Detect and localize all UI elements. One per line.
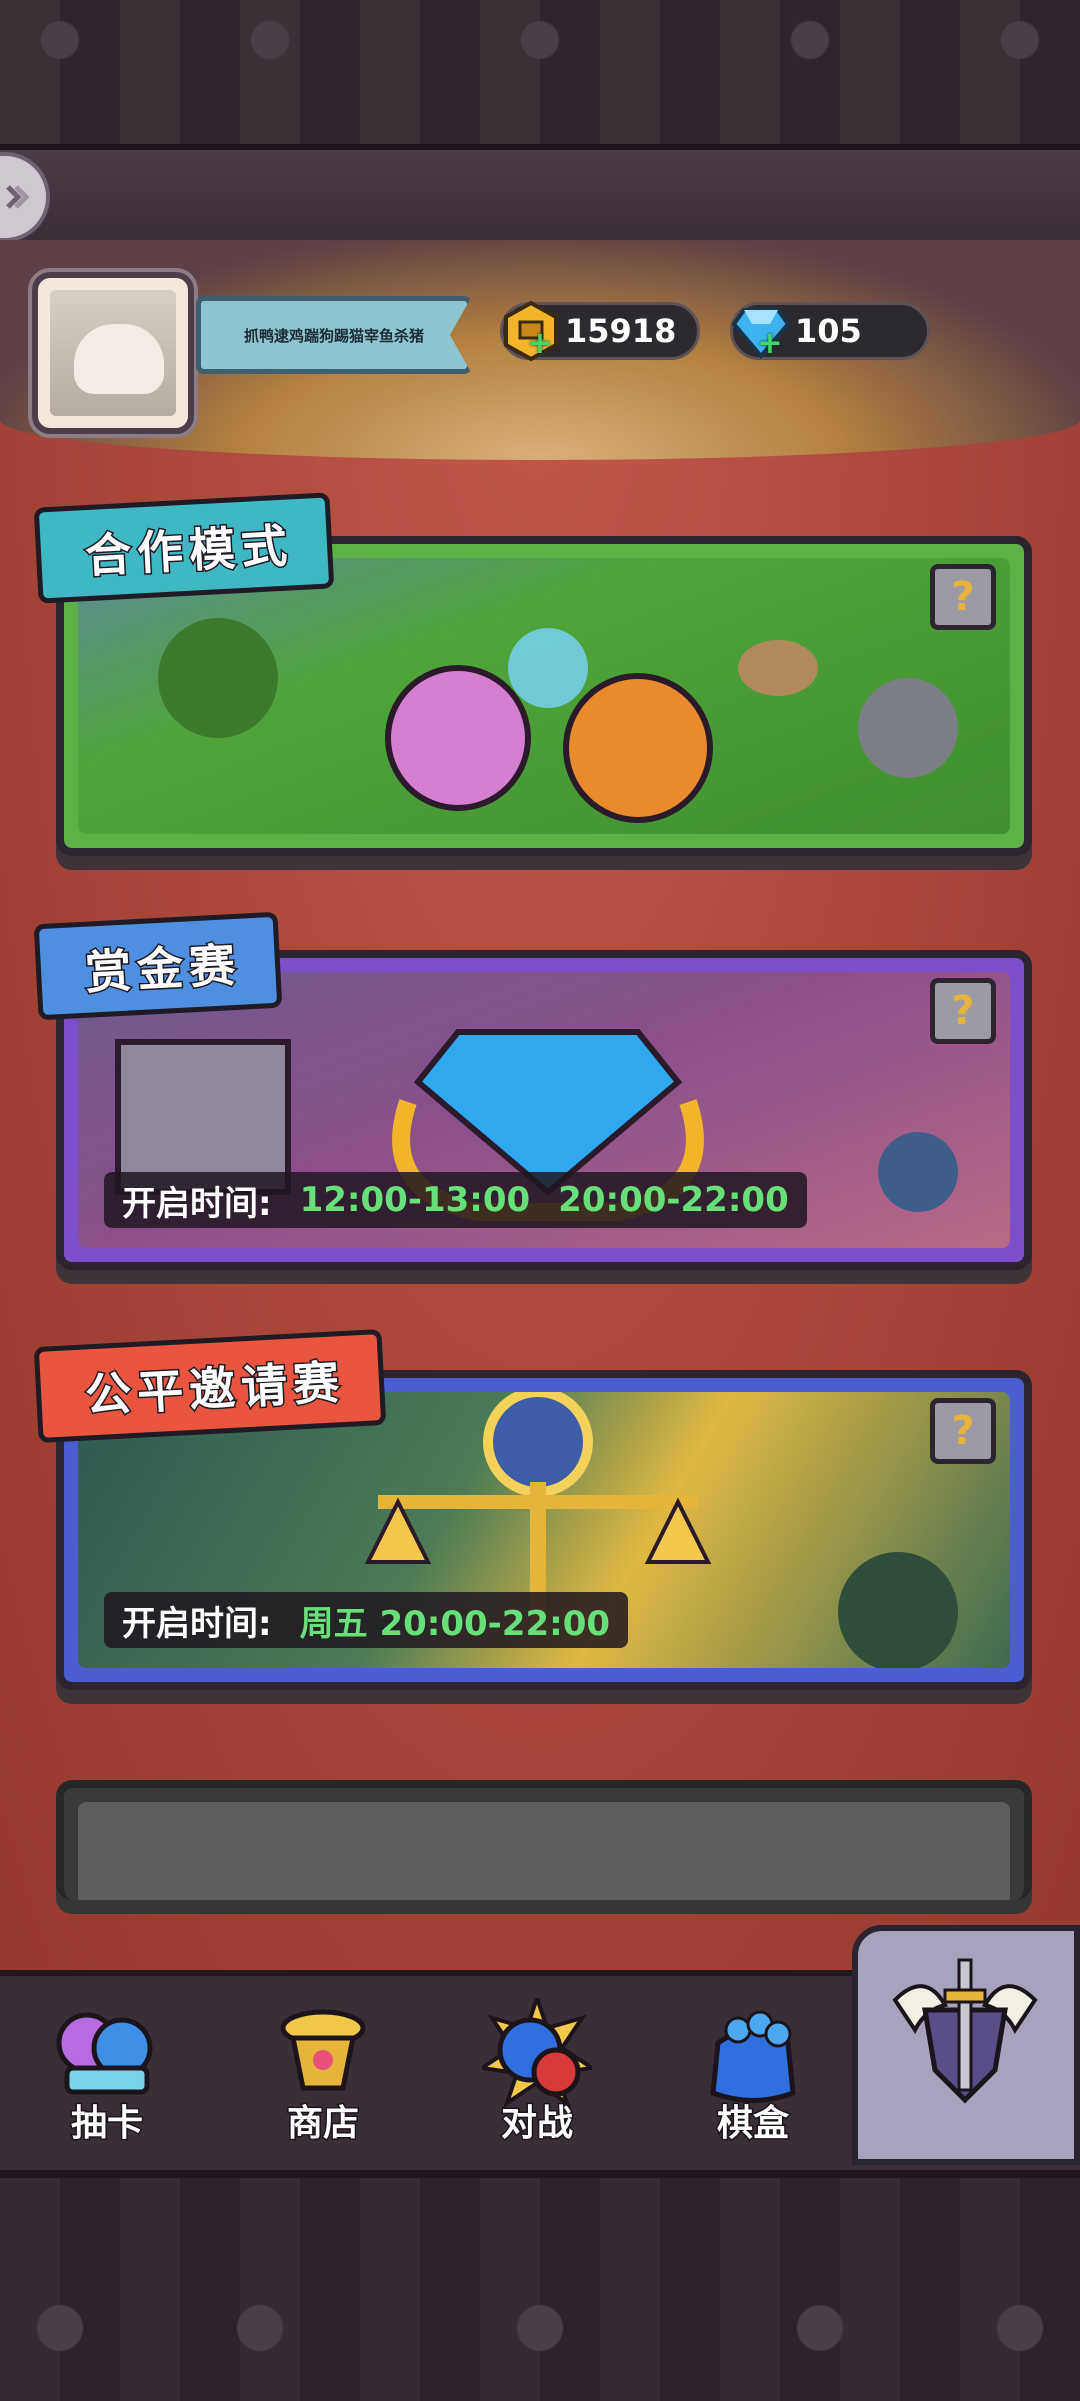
cat-avatar-icon <box>50 290 176 416</box>
top-ornament-frame <box>0 0 1080 150</box>
nav-item-battle-modes[interactable] <box>880 1940 1050 2110</box>
open-time-slot: 周五 20:00-22:00 <box>299 1603 611 1644</box>
coop-mode-art <box>78 558 1010 834</box>
add-gems-icon[interactable]: + <box>757 329 783 359</box>
nav-label: 对战 <box>499 2102 574 2146</box>
nav-item-chess-box[interactable]: 棋盒 <box>668 1990 838 2160</box>
battle-icon <box>482 1998 592 2108</box>
player-avatar[interactable] <box>32 272 194 434</box>
shop-icon <box>280 2009 366 2091</box>
locked-mode-art <box>78 1802 1010 1900</box>
nav-label: 抽卡 <box>69 2102 144 2146</box>
bounty-help-button[interactable]: ? <box>930 978 996 1044</box>
gem-icon: + <box>727 297 795 365</box>
open-time-label: 开启时间: <box>122 1603 272 1644</box>
locked-mode-card[interactable] <box>56 1780 1032 1900</box>
player-name: 抓鸭逮鸡踹狗踢猫宰鱼杀猪 <box>196 296 472 374</box>
bounty-open-time: 开启时间: 12:00-13:00 20:00-22:00 <box>104 1172 807 1228</box>
gem-amount: 105 <box>795 312 862 350</box>
header-band <box>0 150 1080 240</box>
coop-mode-title: 合作模式 <box>33 492 335 604</box>
nav-label: 棋盒 <box>715 2102 790 2146</box>
nav-item-shop[interactable]: 商店 <box>238 1990 408 2160</box>
card-draw-icon <box>56 2012 153 2095</box>
nav-item-card-draw[interactable]: 抽卡 <box>22 1990 192 2160</box>
fair-invitational-title: 公平邀请赛 <box>33 1328 387 1444</box>
coin-icon: + <box>497 297 565 365</box>
open-time-slot: 20:00-22:00 <box>558 1180 789 1220</box>
winged-sword-icon <box>892 1958 1038 2104</box>
coin-counter[interactable]: + 15918 <box>500 300 700 362</box>
fair-help-button[interactable]: ? <box>930 1398 996 1464</box>
open-time-slot: 12:00-13:00 <box>299 1180 531 1220</box>
open-time-label: 开启时间: <box>122 1183 272 1224</box>
gem-counter[interactable]: + 105 <box>730 302 930 360</box>
nav-item-battle[interactable]: 对战 <box>452 1990 622 2160</box>
chevron-right-icon <box>6 185 30 209</box>
nav-label: 商店 <box>285 2102 360 2146</box>
add-coins-icon[interactable]: + <box>527 329 553 359</box>
coop-help-button[interactable]: ? <box>930 564 996 630</box>
coin-amount: 15918 <box>565 312 677 350</box>
chess-box-icon <box>710 2010 796 2103</box>
bounty-mode-title: 赏金赛 <box>33 911 283 1021</box>
bottom-ornament-frame <box>0 2170 1080 2401</box>
fair-open-time: 开启时间: 周五 20:00-22:00 <box>104 1592 629 1648</box>
